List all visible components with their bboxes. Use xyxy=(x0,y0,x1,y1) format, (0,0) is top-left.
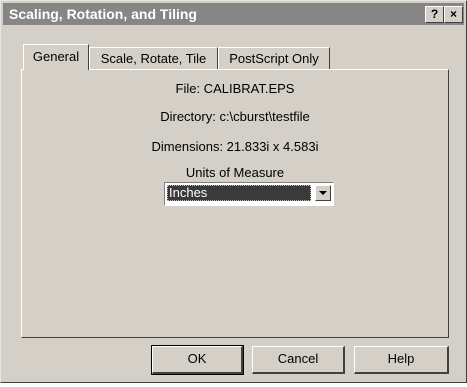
units-selected-value[interactable]: Inches xyxy=(167,185,311,201)
units-of-measure-select[interactable]: Inches xyxy=(164,182,334,206)
window-title: Scaling, Rotation, and Tiling xyxy=(9,6,197,22)
directory-label: Directory: c:\cburst\testfile xyxy=(160,109,310,124)
help-button[interactable]: Help xyxy=(354,346,449,374)
dimensions-label: Dimensions: 21.833i x 4.583i xyxy=(151,139,319,154)
cancel-button[interactable]: Cancel xyxy=(252,346,345,374)
tab-general[interactable]: General xyxy=(23,44,89,70)
title-bar: Scaling, Rotation, and Tiling ? × xyxy=(3,3,464,25)
tab-postscript-only[interactable]: PostScript Only xyxy=(218,47,330,69)
ok-button[interactable]: OK xyxy=(151,345,244,375)
tab-scale-rotate-tile[interactable]: Scale, Rotate, Tile xyxy=(89,47,218,69)
scaling-rotation-tiling-dialog: Scaling, Rotation, and Tiling ? × Genera… xyxy=(0,0,467,383)
file-name-label: File: CALIBRAT.EPS xyxy=(175,81,295,96)
units-of-measure-label: Units of Measure xyxy=(185,165,285,180)
close-icon[interactable]: × xyxy=(444,6,463,23)
chevron-down-icon[interactable] xyxy=(315,185,331,201)
help-icon[interactable]: ? xyxy=(425,6,444,23)
general-tab-panel: File: CALIBRAT.EPS Directory: c:\cburst\… xyxy=(21,69,449,338)
